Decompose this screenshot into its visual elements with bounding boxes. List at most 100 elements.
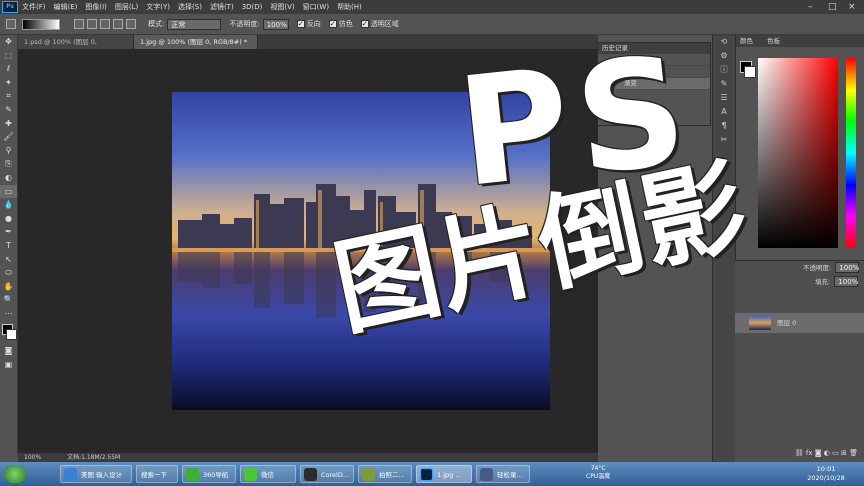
menu-filter[interactable]: 滤镜(T) [210, 2, 234, 12]
clone-stamp-icon[interactable]: ⚲ [0, 144, 17, 158]
blur-tool-icon[interactable]: 💧 [0, 198, 17, 212]
gradient-tool-icon[interactable] [6, 19, 16, 29]
taskbar-item[interactable]: 360导航 [182, 465, 236, 483]
cpu-temp: 74°C CPU温度 [586, 465, 610, 481]
menu-file[interactable]: 文件(F) [22, 2, 46, 12]
type-tool-icon[interactable]: T [0, 239, 17, 253]
panel-background-color[interactable] [744, 66, 756, 78]
layers-opacity-input[interactable]: 100% [835, 262, 859, 273]
reverse-checkbox[interactable]: ✓ [296, 20, 305, 28]
menu-type[interactable]: 文字(Y) [146, 2, 170, 12]
menu-help[interactable]: 帮助(H) [337, 2, 362, 12]
clock[interactable]: 10:01 2020/10/28 [800, 465, 852, 483]
cpu-label: CPU温度 [586, 473, 611, 480]
reflected-gradient-icon[interactable] [113, 19, 123, 29]
character-icon[interactable]: A [713, 105, 735, 119]
marquee-tool-icon[interactable]: ⬚ [0, 49, 17, 63]
menu-layer[interactable]: 图层(L) [115, 2, 138, 12]
taskbar-item[interactable]: 拍照二... [358, 465, 412, 483]
tab-color[interactable]: 颜色 [740, 37, 753, 45]
tools-preset-icon[interactable]: ✂ [713, 133, 735, 147]
linear-gradient-icon[interactable] [74, 19, 84, 29]
hand-tool-icon[interactable]: ✋ [0, 280, 17, 294]
maximize-button[interactable]: □ [828, 1, 837, 13]
menu-select[interactable]: 选择(S) [178, 2, 202, 12]
trash-icon[interactable]: 🗑 [849, 449, 858, 457]
link-layers-icon[interactable]: ⛓ [795, 449, 804, 457]
photoshop-taskbar-icon [420, 468, 433, 481]
tab-1-jpg[interactable]: 1.jpg @ 100% (图层 0, RGB/8#) * × [134, 35, 258, 60]
path-selection-icon[interactable]: ↖ [0, 253, 17, 267]
taskbar: 美图 输入设计 搜索一下 360导航 微信 CorelD... 拍照二... 1… [0, 462, 864, 486]
status-bar: 100% 文档:1.18M/2.55M [18, 453, 598, 462]
mode-select[interactable]: 正常 [167, 18, 222, 30]
menu-edit[interactable]: 编辑(E) [54, 2, 78, 12]
dodge-tool-icon[interactable]: ● [0, 212, 17, 226]
layers-opacity-label: 不透明度: [803, 264, 832, 272]
tab-swatches[interactable]: 色板 [767, 37, 780, 45]
adjustments-icon[interactable]: ☰ [713, 91, 735, 105]
fx-icon[interactable]: fx [806, 449, 813, 457]
color-panel-header: 颜色 色板 [736, 35, 864, 47]
layers-fill-label: 填充: [815, 278, 831, 286]
hue-slider[interactable] [846, 58, 856, 248]
angle-gradient-icon[interactable] [100, 19, 110, 29]
radial-gradient-icon[interactable] [87, 19, 97, 29]
history-brush-icon[interactable]: ⎘ [0, 157, 17, 171]
eraser-icon[interactable]: ◐ [0, 171, 17, 185]
menu-image[interactable]: 图像(I) [85, 2, 107, 12]
pen-tool-icon[interactable]: ✒ [0, 225, 17, 239]
eyedropper-icon[interactable]: ✎ [0, 103, 17, 117]
brush-tool-icon[interactable]: 🖌 [0, 130, 17, 144]
color-picker-field[interactable] [758, 58, 838, 248]
history-icon[interactable]: ⟲ [713, 35, 735, 49]
mask-icon[interactable]: ◙ [815, 449, 822, 457]
document-size: 文档:1.18M/2.55M [67, 454, 121, 461]
taskbar-item[interactable]: 美图 输入设计 [60, 465, 132, 483]
quick-mask-icon[interactable]: ◙ [0, 344, 17, 358]
menu-view[interactable]: 视图(V) [270, 2, 294, 12]
layer-row[interactable]: 图层 0 [735, 313, 864, 333]
new-layer-icon[interactable]: ⊞ [841, 449, 847, 457]
gradient-preview[interactable] [22, 18, 60, 30]
diamond-gradient-icon[interactable] [126, 19, 136, 29]
taskbar-item[interactable]: CorelD... [300, 465, 354, 483]
healing-brush-icon[interactable]: ✚ [0, 117, 17, 131]
lasso-tool-icon[interactable]: ℓ [0, 62, 17, 76]
screen-mode-icon[interactable]: ▣ [0, 358, 17, 372]
tab-1-psd[interactable]: 1.psd @ 100% (图层 0, RGB/8#) × [18, 35, 134, 60]
zoom-tool-icon[interactable]: 🔍 [0, 293, 17, 307]
magic-wand-icon[interactable]: ✦ [0, 76, 17, 90]
close-button[interactable]: × [848, 1, 856, 13]
minimize-button[interactable]: – [808, 1, 813, 13]
layers-fill-input[interactable]: 100% [834, 276, 858, 287]
crop-tool-icon[interactable]: ⌗ [0, 89, 17, 103]
temp-value: 74°C [590, 465, 606, 472]
adjustment-layer-icon[interactable]: ◐ [824, 449, 830, 457]
start-button-icon[interactable] [4, 465, 26, 483]
more-tools-icon[interactable]: ⋯ [0, 307, 17, 321]
paragraph-icon[interactable]: ¶ [713, 119, 735, 133]
taskbar-item-active[interactable]: 1.jpg ... [416, 465, 472, 483]
background-color[interactable] [6, 329, 17, 341]
menu-window[interactable]: 窗口(W) [303, 2, 329, 12]
move-tool-icon[interactable]: ✥ [0, 35, 17, 49]
shape-tool-icon[interactable]: ⬭ [0, 266, 17, 280]
opacity-input[interactable]: 100% [262, 18, 289, 30]
properties-icon[interactable]: ⚙ [713, 49, 735, 63]
taskbar-search[interactable]: 搜索一下 [136, 465, 178, 483]
layers-fill-row: 填充: 100% [735, 275, 864, 289]
info-icon[interactable]: ⓘ [713, 63, 735, 77]
color-swatches[interactable] [0, 320, 17, 344]
zoom-level[interactable]: 100% [24, 454, 41, 461]
taskbar-item[interactable]: 微信 [240, 465, 296, 483]
taskbar-item[interactable]: 轻松录... [476, 465, 530, 483]
group-icon[interactable]: ▭ [832, 449, 839, 457]
brush-panel-icon[interactable]: ✎ [713, 77, 735, 91]
dither-checkbox[interactable]: ✓ [328, 20, 337, 28]
taskbar-app-icon [480, 468, 493, 481]
menu-3d[interactable]: 3D(D) [242, 3, 263, 11]
clock-time: 10:01 [816, 465, 836, 473]
gradient-tool-active-icon[interactable]: ▭ [0, 184, 17, 199]
transparency-checkbox[interactable]: ✓ [360, 20, 369, 28]
